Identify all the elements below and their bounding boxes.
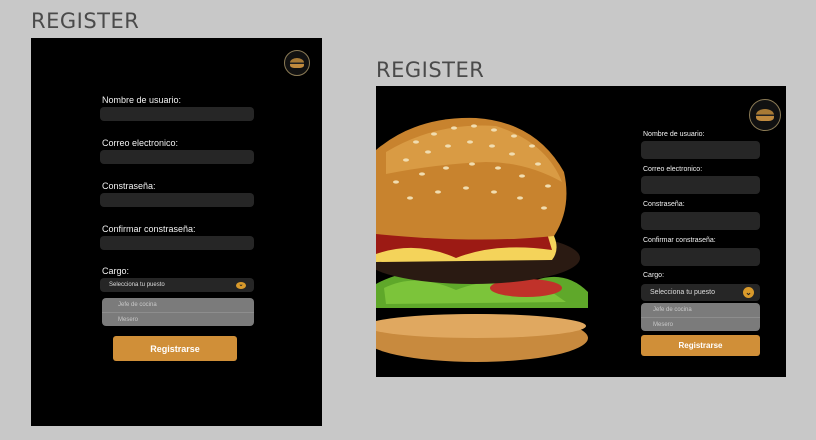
register-button[interactable]: Registrarse [641,335,760,356]
desktop-register-screen: Nombre de usuario: Correo electronico: C… [376,86,786,377]
cargo-option-jefe[interactable]: Jefe de cocina [102,298,254,312]
username-label: Nombre de usuario: [102,95,182,105]
cargo-select-value: Selecciona tu puesto [109,282,165,288]
email-label: Correo electronico: [643,166,703,173]
username-input[interactable] [641,141,760,159]
mobile-register-screen: Nombre de usuario: Correo electronico: C… [31,38,322,426]
email-input[interactable] [641,176,760,194]
burger-image [376,117,588,362]
confirm-password-input[interactable] [100,236,254,250]
password-input[interactable] [100,193,254,207]
username-label: Nombre de usuario: [643,131,705,138]
password-label: Constraseña: [643,201,685,208]
cargo-label: Cargo: [102,266,130,276]
cargo-option-jefe[interactable]: Jefe de cocina [641,303,760,317]
cargo-select[interactable]: Selecciona tu puesto ⌄ [641,284,760,301]
email-input[interactable] [100,150,254,164]
email-label: Correo electronico: [102,138,179,148]
restaurant-logo-icon [749,99,781,131]
chevron-down-icon[interactable]: ⌄ [743,287,754,298]
username-input[interactable] [100,107,254,121]
desktop-frame-title: REGISTER [376,58,485,82]
cargo-select-value: Selecciona tu puesto [650,289,715,296]
mobile-frame-title: REGISTER [31,9,140,33]
cargo-option-mesero[interactable]: Mesero [641,317,760,331]
restaurant-logo-icon [284,50,310,76]
confirm-password-label: Confirmar constraseña: [643,237,716,244]
cargo-select[interactable]: Selecciona tu puesto ⌄ [100,278,254,292]
confirm-password-input[interactable] [641,248,760,266]
password-input[interactable] [641,212,760,230]
cargo-options-list: Jefe de cocina Mesero [102,298,254,326]
confirm-password-label: Confirmar constraseña: [102,224,196,234]
cargo-label: Cargo: [643,272,665,279]
cargo-options-list: Jefe de cocina Mesero [641,303,760,331]
password-label: Constraseña: [102,181,156,191]
register-button[interactable]: Registrarse [113,336,237,361]
chevron-down-icon[interactable]: ⌄ [236,281,246,289]
cargo-option-mesero[interactable]: Mesero [102,312,254,326]
